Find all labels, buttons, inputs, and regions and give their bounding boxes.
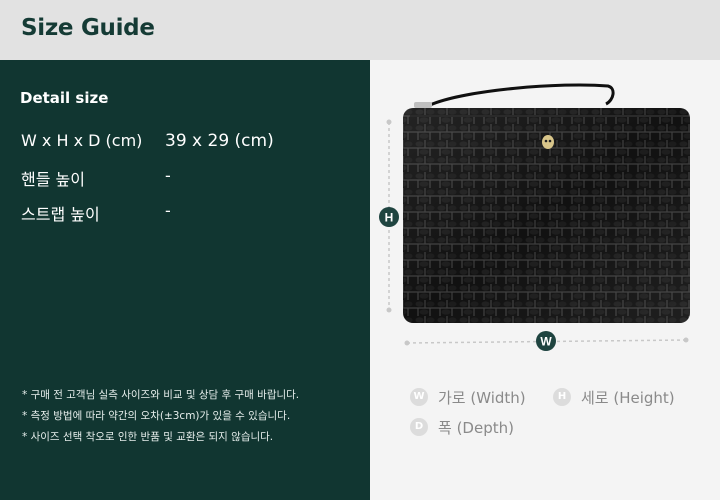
- width-marker-label: W: [540, 335, 552, 349]
- wrist-strap: [429, 83, 615, 107]
- detail-size-heading: Detail size: [20, 89, 109, 107]
- dimension-value: 39 x 29 (cm): [165, 131, 274, 151]
- illustration-panel: H W W 가로 (Width) H 세로 (Height) D 폭 (Dept…: [370, 60, 720, 500]
- dimension-label: W x H x D (cm): [21, 131, 143, 150]
- skull-ornament-icon: [542, 135, 554, 149]
- width-badge: W: [410, 388, 428, 406]
- handle-height-label: 핸들 높이: [21, 170, 85, 189]
- page-header: Size Guide: [0, 0, 720, 60]
- note-item: * 구매 전 고객님 실측 사이즈와 비교 및 상담 후 구매 바랍니다.: [22, 389, 300, 401]
- strap-height-label: 스트랩 높이: [21, 205, 100, 224]
- page-title: Size Guide: [21, 15, 155, 41]
- bag-illustration: H W: [379, 83, 690, 351]
- height-badge: H: [553, 388, 571, 406]
- strap-height-value: -: [165, 201, 171, 220]
- size-notes: * 구매 전 고객님 실측 사이즈와 비교 및 상담 후 구매 바랍니다. * …: [22, 385, 299, 448]
- note-item: * 사이즈 선택 착오로 인한 반품 및 교환은 되지 않습니다.: [22, 431, 274, 443]
- handle-height-value: -: [165, 166, 171, 185]
- legend-height-label: 세로 (Height): [581, 389, 675, 407]
- height-marker-label: H: [385, 211, 394, 225]
- legend-depth-label: 폭 (Depth): [438, 419, 514, 437]
- note-item: * 측정 방법에 따라 약간의 오차(±3cm)가 있을 수 있습니다.: [22, 410, 291, 422]
- legend-width-label: 가로 (Width): [438, 389, 526, 407]
- depth-badge: D: [410, 418, 428, 436]
- detail-size-panel: Detail size W x H x D (cm) 39 x 29 (cm) …: [0, 60, 370, 500]
